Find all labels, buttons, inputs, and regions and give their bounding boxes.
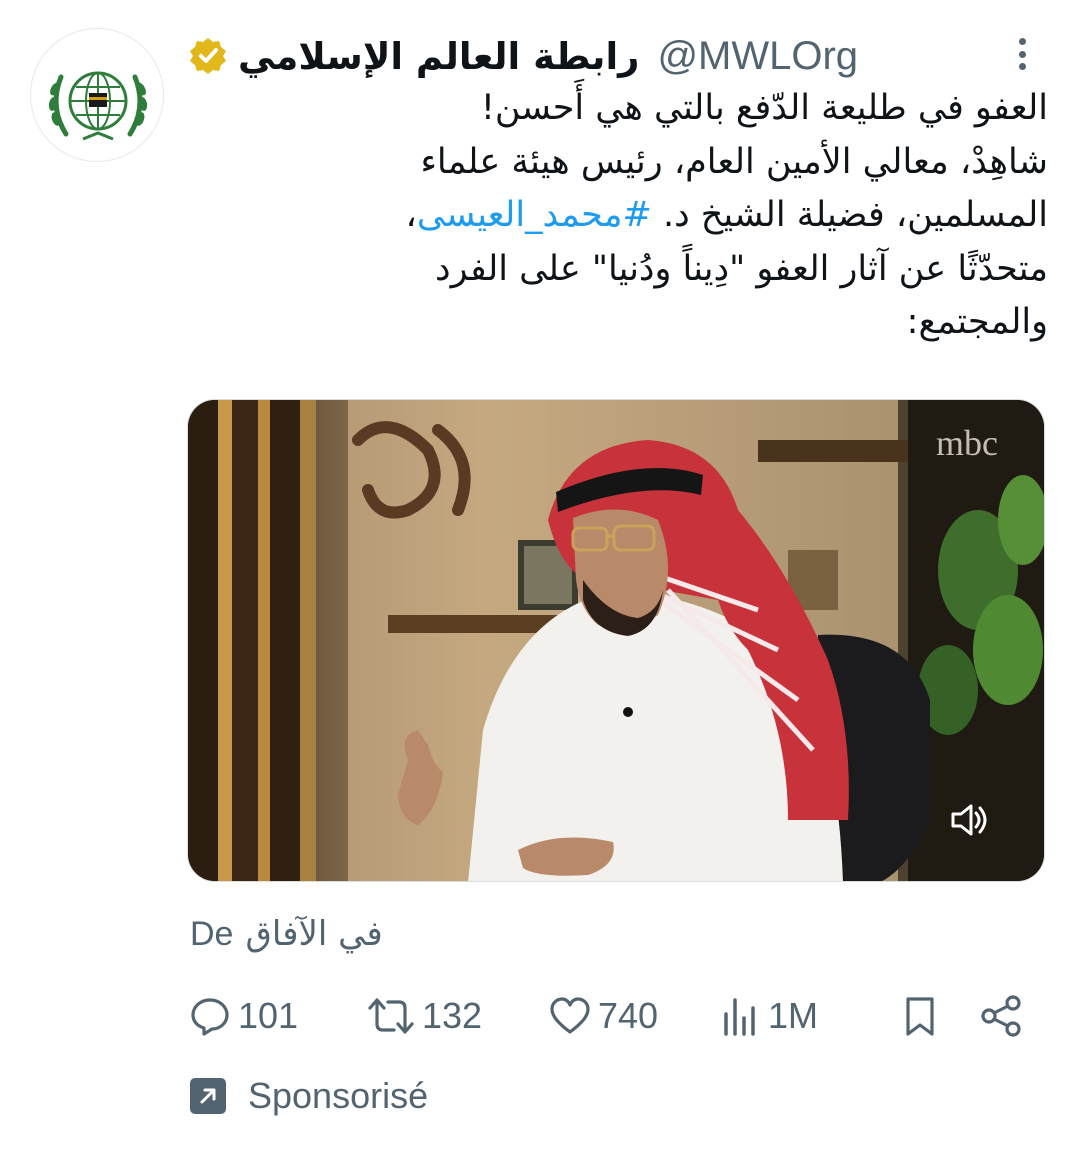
video-frame: mbc (188, 400, 1044, 881)
sponsored-label: Sponsorisé (190, 1070, 428, 1122)
account-avatar[interactable] (30, 28, 164, 162)
verified-badge-icon[interactable] (188, 36, 228, 76)
tweet-line: والمجتمع: (906, 302, 1048, 342)
repost-button[interactable]: 132 (366, 988, 482, 1044)
translation-source[interactable]: De في الآفاق (190, 906, 383, 962)
hashtag-link[interactable]: #محمد_العيسى (417, 195, 652, 235)
views-chart-icon (724, 998, 755, 1036)
tweet-line: متحدّثًا عن آثار العفو "دِيناً ودُنيا" ع… (434, 248, 1048, 289)
account-handle[interactable]: @MWLOrg (657, 34, 858, 79)
bookmark-icon (906, 997, 934, 1036)
repost-count: 132 (422, 995, 483, 1036)
tweet-line: المسلمين، فضيلة الشيخ د. (662, 195, 1048, 235)
tweet-line: العفو في طليعة الدّفع بالتي هي أَحسن! (480, 88, 1048, 128)
channel-watermark: mbc (936, 423, 998, 463)
more-options-icon[interactable] (1004, 34, 1040, 74)
promoted-arrow-icon (190, 1078, 226, 1114)
reply-button[interactable]: 101 (188, 988, 298, 1044)
tweet-line-with-hashtag: المسلمين، فضيلة الشيخ د. #محمد_العيسى، (188, 189, 1048, 243)
reply-icon (191, 998, 229, 1036)
translation-prefix: De (190, 914, 234, 953)
mwl-logo-icon (48, 71, 148, 141)
sponsored-text: Sponsorisé (248, 1075, 429, 1116)
share-icon (981, 995, 1021, 1037)
like-count: 740 (598, 995, 659, 1036)
display-name[interactable]: رابطة العالم الإسلامي (238, 35, 639, 78)
reply-count: 101 (238, 995, 299, 1036)
views-count: 1M (768, 995, 819, 1036)
views-button[interactable]: 1M (718, 988, 818, 1044)
share-button[interactable] (978, 988, 1024, 1044)
repost-icon (368, 998, 414, 1034)
speaker-icon[interactable] (940, 795, 998, 845)
tweet-header: رابطة العالم الإسلامي @MWLOrg (188, 28, 988, 84)
tweet-text: العفو في طليعة الدّفع بالتي هي أَحسن! شا… (188, 82, 1048, 350)
bookmark-button[interactable] (898, 988, 942, 1044)
tweet-line: شاهِدْ، معالي الأمين العام، رئيس هيئة عل… (420, 141, 1048, 182)
translation-text: في الآفاق (245, 914, 383, 954)
hashtag-suffix: ، (405, 195, 417, 235)
like-button[interactable]: 740 (548, 988, 658, 1044)
heart-icon (550, 997, 590, 1034)
video-player[interactable]: mbc (187, 399, 1045, 882)
tweet-actions: 101 132 740 1M (188, 988, 1038, 1044)
